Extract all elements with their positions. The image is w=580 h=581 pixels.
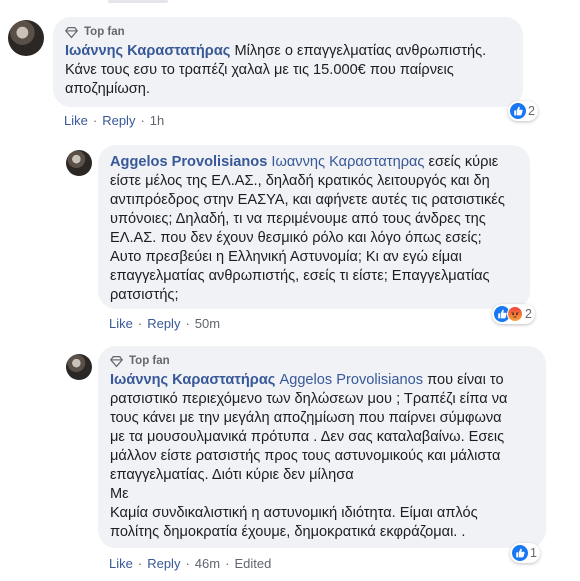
comment-line: επαγγελματίας ανθρωπιστής, εσείς τι είστ…: [110, 268, 490, 284]
comment-line: με τα μουσουλμανικά πρότυπα . Δεν σας κα…: [110, 429, 505, 445]
comment-line: τους κάνει με την μεγάλη αποζημίωση που …: [110, 410, 502, 426]
avatar[interactable]: [8, 20, 44, 56]
separator-dot: ·: [185, 316, 190, 331]
comment-author[interactable]: Ιωάννης Καραστατήρας: [110, 372, 275, 388]
timestamp[interactable]: 50m: [195, 316, 220, 332]
comment-bubble: Top fan Ιωάννης Καραστατήρας Aggelos Pro…: [98, 346, 546, 548]
comment-line: πολίτης δημοκρατία έχουμε, δημοκρατικά ε…: [110, 524, 466, 540]
comment-line: υπόνοιες; Δηλαδή, τι να περιμένουμε από …: [110, 211, 486, 227]
comment-line: ρατσιστικό περιεχόμενο των δηλώσεων μου …: [110, 391, 508, 407]
comment-line: Κάνε τους εσυ το τραπέζι χαλαλ με τις 15…: [65, 62, 454, 78]
badge-label: Top fan: [84, 26, 125, 38]
reaction-summary[interactable]: 2: [508, 101, 538, 121]
comment-line: εσείς κύριε: [424, 154, 499, 170]
reply-button[interactable]: Reply: [147, 316, 180, 332]
avatar[interactable]: [66, 354, 92, 380]
reaction-count: 1: [530, 546, 537, 560]
mention-link[interactable]: Aggelos Provolisianos: [279, 372, 423, 388]
reply-button[interactable]: Reply: [147, 556, 180, 572]
comment-line: είστε μέλος της ΕΛ.ΑΣ., δηλαδή κρατικός …: [110, 173, 490, 189]
comment-line: μάλλον είστε ρατσιστής προς τους αστυνομ…: [110, 448, 501, 464]
reaction-count: 2: [525, 307, 532, 321]
comment-bubble: Top fan Ιωάννης Καραστατήρας Μίλησε ο επ…: [53, 17, 523, 107]
comment-bubble: Aggelos Provolisianos Ιωαννης Καραστατηρ…: [98, 145, 530, 309]
like-icon: [512, 545, 528, 561]
diamond-icon: [110, 355, 123, 367]
top-fan-badge: Top fan: [110, 354, 534, 368]
reaction-count: 2: [528, 104, 535, 118]
separator-dot: ·: [137, 316, 143, 331]
comment-actions: Like · Reply · 1h: [64, 113, 164, 129]
like-button[interactable]: Like: [109, 316, 133, 332]
angry-icon: [507, 306, 523, 322]
comment-actions: Like · Reply · 46m · Edited: [109, 556, 271, 572]
separator-dot: ·: [92, 113, 98, 128]
comment-line: Μίλησε ο επαγγελματίας ανθρωπιστής.: [234, 43, 487, 59]
reaction-summary[interactable]: 1: [510, 543, 540, 563]
comment-actions: Like · Reply · 50m: [109, 316, 220, 332]
comment-line: που είναι το: [423, 372, 504, 388]
reply-button[interactable]: Reply: [102, 113, 135, 129]
reaction-summary[interactable]: 2: [492, 304, 535, 324]
separator-dot: ·: [225, 556, 230, 571]
previous-comment-edge: [108, 0, 168, 3]
comment-line: αποζημίωση.: [65, 81, 150, 97]
comment-line: ρατσιστής;: [110, 287, 179, 303]
comment-line: αντιπρόεδρος στην ΕΑΣΥΑ, και αφήνετε αυτ…: [110, 192, 505, 208]
timestamp[interactable]: 46m: [195, 556, 220, 572]
comment-line: Αυτο πρεσβεύει η Ελληνική Αστυνομία; Κι …: [110, 249, 462, 265]
diamond-icon: [65, 26, 78, 38]
top-fan-badge: Top fan: [65, 25, 511, 39]
mention-link[interactable]: Ιωαννης Καραστατηρας: [271, 154, 424, 170]
separator-dot: ·: [140, 113, 145, 128]
like-icon: [510, 103, 526, 119]
separator-dot: ·: [137, 556, 143, 571]
avatar[interactable]: [66, 150, 92, 176]
comment-line: Καμία συνδικαλιστική η αστυνομική ιδιότη…: [110, 505, 478, 521]
comment-line: ΕΛ.ΑΣ. που δεν έχουν θεσμικό ρόλο και λό…: [110, 230, 482, 246]
comment-line: επαγγελματίας. Διότι κύριε δεν μίλησα: [110, 467, 354, 483]
like-button[interactable]: Like: [109, 556, 133, 572]
comment-author[interactable]: Ιωάννης Καραστατήρας: [65, 43, 230, 59]
edited-label[interactable]: Edited: [234, 556, 271, 572]
timestamp[interactable]: 1h: [150, 113, 164, 129]
separator-dot: ·: [185, 556, 190, 571]
comment-line: Με: [110, 486, 129, 502]
like-button[interactable]: Like: [64, 113, 88, 129]
comment-author[interactable]: Aggelos Provolisianos: [110, 154, 267, 170]
badge-label: Top fan: [129, 355, 170, 367]
